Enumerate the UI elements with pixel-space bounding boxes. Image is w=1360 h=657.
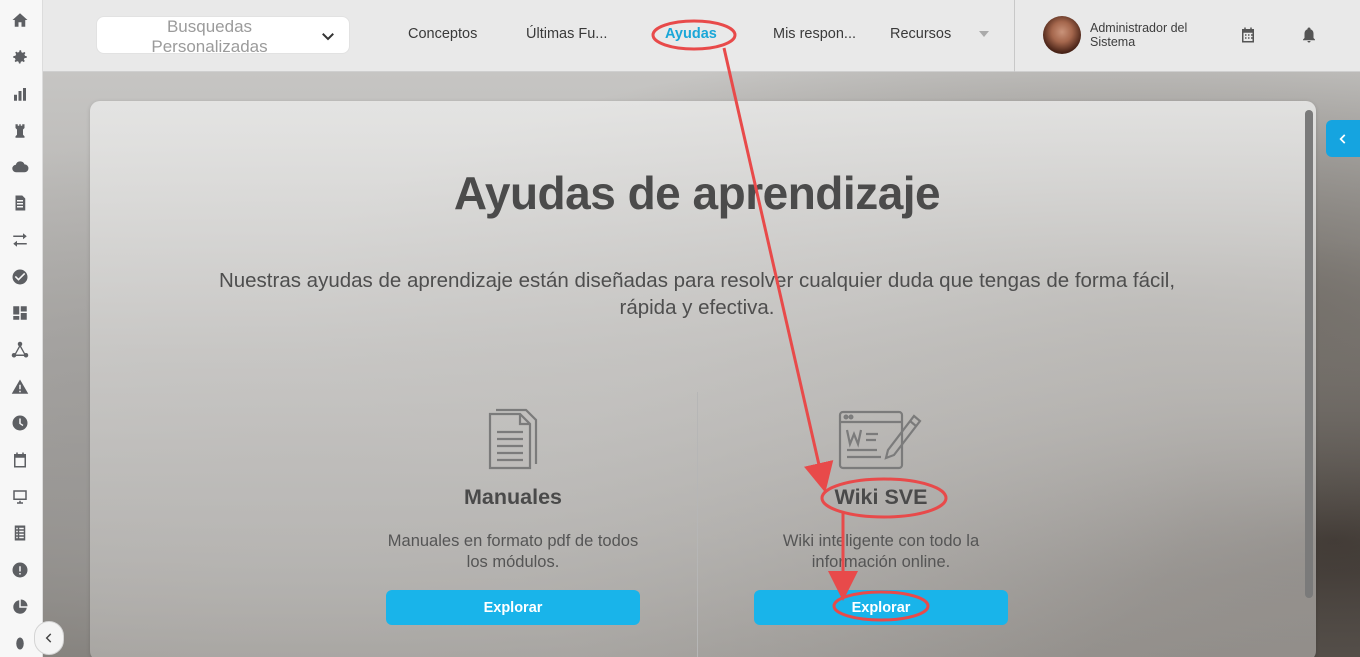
nav-conceptos[interactable]: Conceptos (408, 26, 477, 42)
topbar-divider (1014, 0, 1015, 72)
column-divider (697, 392, 698, 657)
custom-search-value: Busquedas Personalizadas (151, 17, 268, 56)
calendar-icon[interactable] (1239, 26, 1257, 44)
warning-icon[interactable] (10, 377, 30, 397)
check-circle-icon[interactable] (10, 267, 30, 287)
gear-icon[interactable] (10, 47, 30, 67)
bell-icon[interactable] (1300, 26, 1318, 44)
left-sidebar (0, 0, 43, 657)
list-icon[interactable] (10, 523, 30, 543)
dashboard-icon[interactable] (10, 303, 30, 323)
clock-icon[interactable] (10, 413, 30, 433)
pie-chart-icon[interactable] (10, 597, 30, 617)
chevron-down-icon (319, 27, 337, 45)
sidebar-collapse-button[interactable] (34, 621, 64, 655)
page-title: Ayudas de aprendizaje (453, 167, 941, 219)
chevron-left-icon (1339, 133, 1346, 144)
wiki-edit-icon (838, 406, 924, 477)
nav-more-caret-icon[interactable] (979, 31, 989, 37)
alert-circle-icon[interactable] (10, 560, 30, 580)
bar-chart-icon[interactable] (10, 84, 30, 104)
chevron-left-icon (45, 633, 52, 643)
top-bar: Busquedas Personalizadas Conceptos Últim… (43, 0, 1360, 72)
scrollbar[interactable] (1305, 110, 1313, 598)
transfer-arrows-icon[interactable] (10, 230, 30, 250)
calendar-icon[interactable] (10, 450, 30, 470)
nav-recursos[interactable]: Recursos (890, 26, 951, 42)
chess-rook-icon[interactable] (10, 121, 30, 141)
avatar[interactable] (1043, 16, 1081, 54)
network-icon[interactable] (10, 340, 30, 360)
document-icon (486, 406, 540, 477)
partial-icon[interactable] (10, 632, 30, 652)
cloud-icon[interactable] (10, 157, 30, 177)
page-subtitle: Nuestras ayudas de aprendizaje están dis… (218, 269, 1176, 319)
nav-ultimas-funcionalidades[interactable]: Últimas Fu... (526, 26, 607, 42)
manuales-description: Manuales en formato pdf de todos los mód… (387, 532, 639, 571)
home-icon[interactable] (10, 10, 30, 30)
nav-mis-responsabilidades[interactable]: Mis respon... (773, 26, 856, 42)
document-icon[interactable] (10, 193, 30, 213)
manuales-title: Manuales (464, 485, 562, 509)
side-panel-toggle[interactable] (1326, 120, 1360, 157)
presentation-icon[interactable] (10, 487, 30, 507)
wiki-description: Wiki inteligente con todo la información… (782, 532, 980, 571)
wiki-explorar-button[interactable]: Explorar (754, 590, 1008, 625)
user-name[interactable]: Administrador del Sistema (1090, 21, 1210, 49)
nav-ayudas[interactable]: Ayudas (665, 26, 717, 42)
manuales-explorar-button[interactable]: Explorar (386, 590, 640, 625)
custom-search-select[interactable]: Busquedas Personalizadas (96, 16, 350, 56)
wiki-title: Wiki SVE (834, 485, 928, 509)
